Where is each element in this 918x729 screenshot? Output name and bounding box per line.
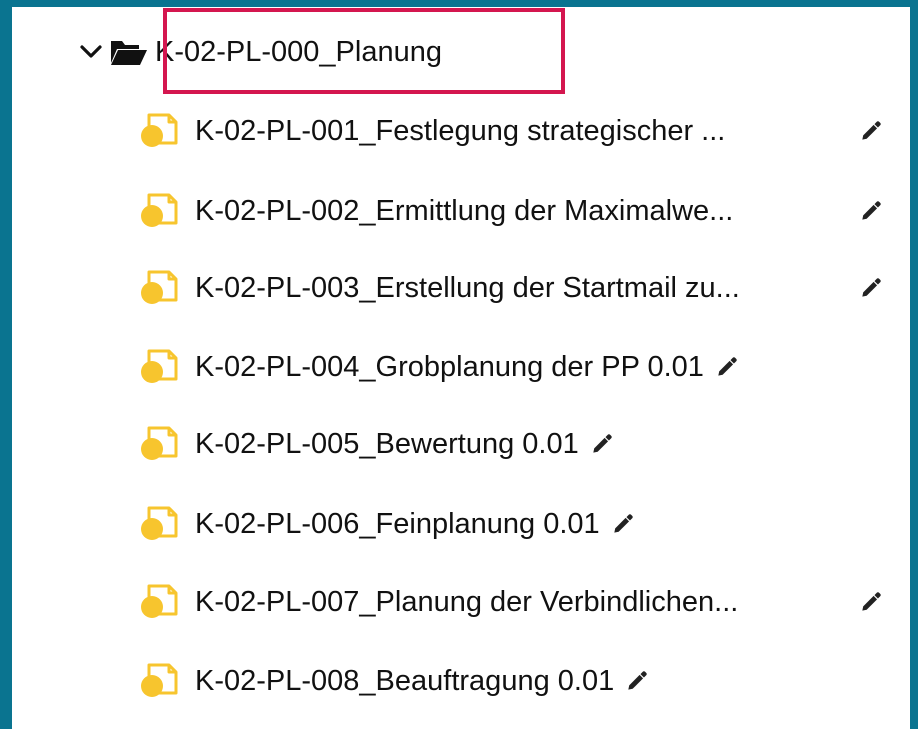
document-icon bbox=[139, 193, 178, 229]
pencil-icon[interactable] bbox=[610, 511, 636, 537]
list-item[interactable]: K-02-PL-007_Planung der Verbindlichen... bbox=[135, 572, 881, 632]
item-label: K-02-PL-008_Beauftragung 0.01 bbox=[195, 664, 615, 697]
item-label: K-02-PL-005_Bewertung 0.01 bbox=[195, 427, 579, 460]
list-item[interactable]: K-02-PL-003_Erstellung der Startmail zu.… bbox=[135, 258, 881, 318]
item-label: K-02-PL-006_Feinplanung 0.01 bbox=[195, 507, 600, 540]
document-icon bbox=[139, 426, 178, 462]
list-item[interactable]: K-02-PL-005_Bewertung 0.01 bbox=[135, 414, 615, 474]
document-icon bbox=[139, 349, 178, 385]
item-label: K-02-PL-003_Erstellung der Startmail zu.… bbox=[195, 271, 740, 304]
pencil-icon[interactable] bbox=[858, 589, 884, 615]
pencil-icon[interactable] bbox=[589, 431, 615, 457]
document-icon bbox=[139, 584, 178, 620]
folder-title[interactable]: K-02-PL-000_Planung bbox=[155, 36, 442, 69]
chevron-down-icon[interactable] bbox=[76, 37, 106, 67]
item-label: K-02-PL-007_Planung der Verbindlichen... bbox=[195, 585, 739, 618]
pencil-icon[interactable] bbox=[858, 198, 884, 224]
pencil-icon[interactable] bbox=[858, 275, 884, 301]
list-item[interactable]: K-02-PL-006_Feinplanung 0.01 bbox=[135, 494, 636, 554]
pencil-icon[interactable] bbox=[858, 118, 884, 144]
item-label: K-02-PL-004_Grobplanung der PP 0.01 bbox=[195, 350, 704, 383]
document-icon bbox=[139, 663, 178, 699]
document-icon bbox=[139, 270, 178, 306]
list-item[interactable]: K-02-PL-008_Beauftragung 0.01 bbox=[135, 651, 650, 711]
list-item[interactable]: K-02-PL-002_Ermittlung der Maximalwe... bbox=[135, 181, 881, 241]
folder-open-icon bbox=[109, 37, 149, 67]
pencil-icon[interactable] bbox=[624, 668, 650, 694]
pencil-icon[interactable] bbox=[714, 354, 740, 380]
list-item[interactable]: K-02-PL-001_Festlegung strategischer ... bbox=[135, 101, 881, 161]
item-label: K-02-PL-001_Festlegung strategischer ... bbox=[195, 114, 726, 147]
document-icon bbox=[139, 506, 178, 542]
folder-row-planung[interactable]: K-02-PL-000_Planung bbox=[76, 22, 442, 82]
list-item[interactable]: K-02-PL-004_Grobplanung der PP 0.01 bbox=[135, 337, 740, 397]
document-icon bbox=[139, 113, 178, 149]
item-label: K-02-PL-002_Ermittlung der Maximalwe... bbox=[195, 194, 734, 227]
